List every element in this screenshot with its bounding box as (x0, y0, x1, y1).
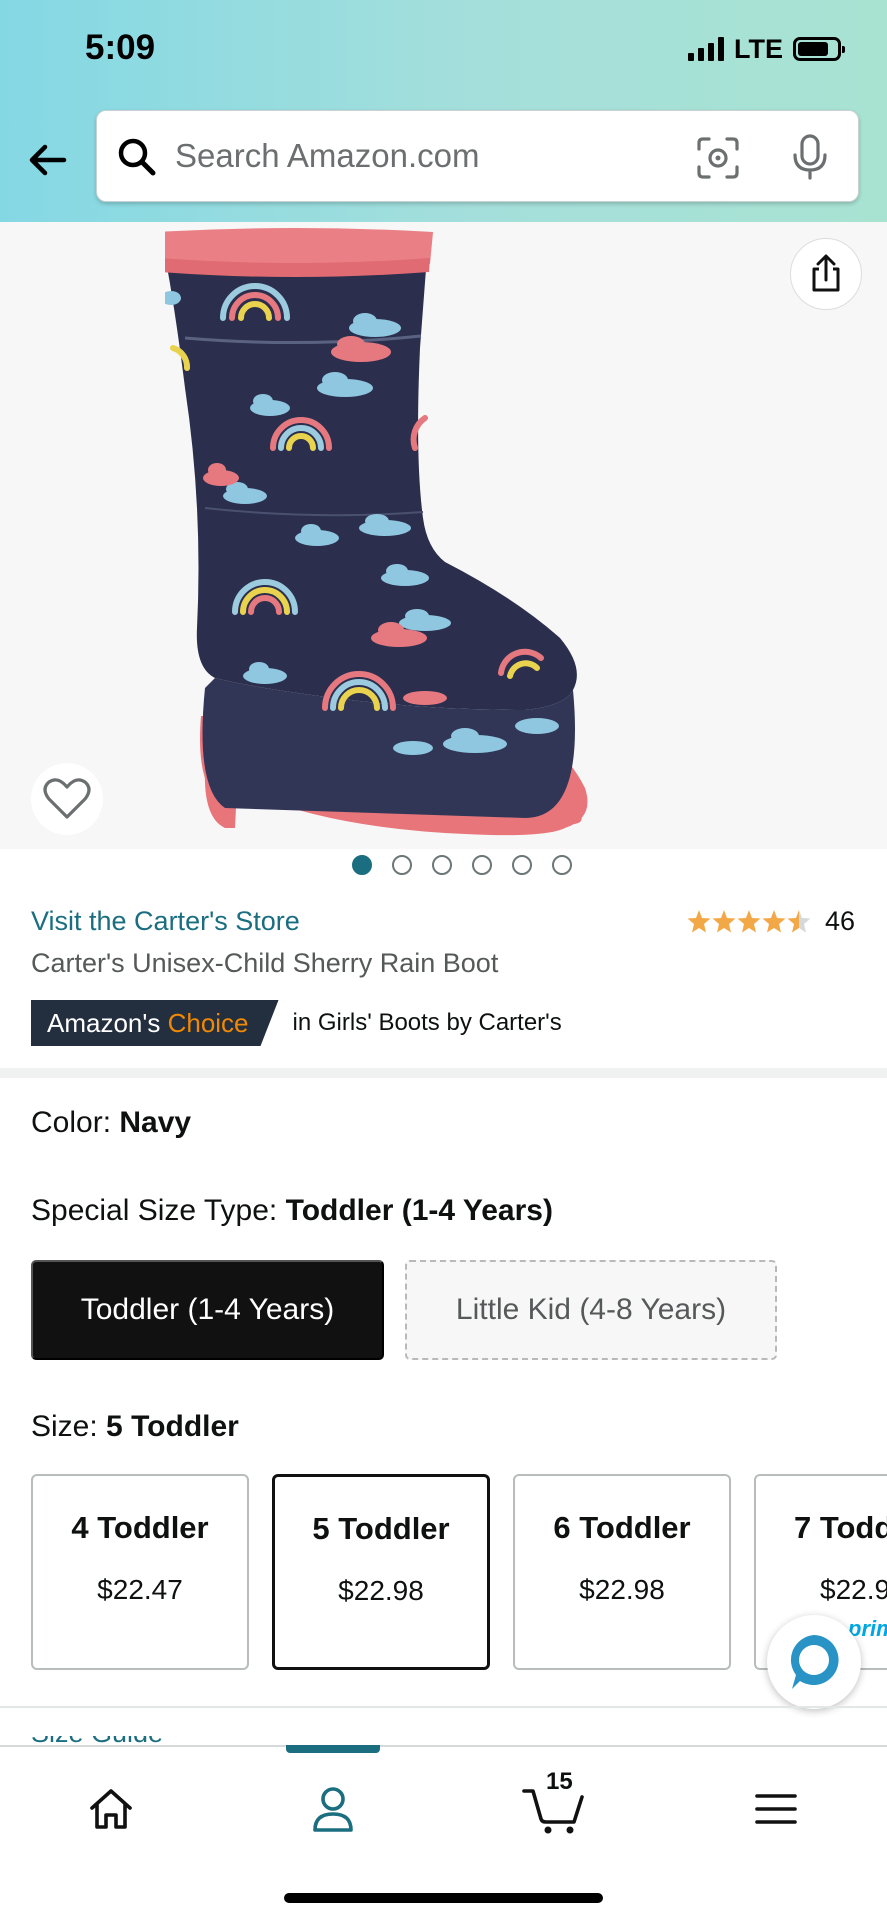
store-link[interactable]: Visit the Carter's Store (31, 906, 300, 937)
home-icon (90, 1789, 132, 1829)
star-rating-icon (687, 909, 811, 932)
size-option-4-toddler[interactable]: 4 Toddler $22.47 (31, 1474, 249, 1670)
size-option-price: $22.98 (579, 1574, 665, 1605)
header: 5:09 LTE (0, 0, 887, 222)
active-tab-indicator (286, 1745, 380, 1753)
color-value: Navy (119, 1106, 192, 1139)
search-input[interactable] (175, 131, 645, 181)
size-options-carousel[interactable]: 4 Toddler $22.47 5 Toddler $22.98 6 Todd… (31, 1474, 887, 1670)
choice-badge-highlight: Choice (167, 1008, 249, 1038)
search-bar[interactable] (96, 110, 859, 202)
product-image-gallery[interactable] (0, 222, 887, 849)
size-type-option-little-kid[interactable]: Little Kid (4-8 Years) (405, 1260, 777, 1360)
review-count: 46 (824, 906, 855, 936)
size-label: Size: (31, 1410, 98, 1443)
home-indicator (284, 1893, 603, 1903)
pagination-dot[interactable] (351, 855, 372, 875)
image-pagination[interactable] (0, 855, 887, 879)
amazons-choice-badge: Amazon's Choice in Girls' Boots by Carte… (31, 1000, 562, 1046)
size-option-label: 4 Toddler (71, 1510, 209, 1545)
color-label: Color: (31, 1106, 112, 1139)
size-value: 5 Toddler (106, 1410, 239, 1443)
hamburger-menu-icon (755, 1794, 797, 1824)
pagination-dot[interactable] (391, 855, 412, 875)
nav-menu[interactable] (736, 1769, 816, 1849)
status-icons: LTE (688, 33, 845, 64)
back-arrow-icon[interactable] (24, 136, 72, 184)
size-option-price: $22.98 (338, 1575, 424, 1606)
pagination-dot[interactable] (471, 855, 492, 875)
camera-scan-icon[interactable] (695, 135, 741, 181)
network-label: LTE (734, 33, 783, 64)
size-type-option-toddler[interactable]: Toddler (1-4 Years) (31, 1260, 384, 1360)
color-selection: Color: Navy (31, 1106, 191, 1140)
pagination-dot[interactable] (511, 855, 532, 875)
account-icon (313, 1787, 353, 1832)
share-button[interactable] (790, 238, 862, 310)
amazon-product-page: 5:09 LTE Search Amazon.com Visit the Car… (0, 0, 887, 1920)
size-option-price: $22.47 (97, 1574, 183, 1605)
search-icon (118, 138, 156, 176)
section-divider (0, 1706, 887, 1708)
microphone-icon[interactable] (791, 133, 829, 181)
share-icon (812, 254, 840, 292)
alexa-button[interactable] (767, 1615, 861, 1709)
product-image-rain-boot (165, 228, 588, 836)
size-option-label: 5 Toddler (312, 1511, 450, 1546)
product-title: Carter's Unisex-Child Sherry Rain Boot (31, 948, 499, 978)
special-size-type-label: Special Size Type: (31, 1194, 278, 1227)
size-option-5-toddler[interactable]: 5 Toddler $22.98 (272, 1474, 490, 1670)
pagination-dot[interactable] (551, 855, 572, 875)
section-divider (0, 1068, 887, 1078)
size-option-6-toddler[interactable]: 6 Toddler $22.98 (513, 1474, 731, 1670)
choice-badge-label: Amazon's Choice (31, 1000, 279, 1046)
nav-home[interactable] (71, 1769, 151, 1849)
size-option-label: 7 Todd (794, 1510, 887, 1545)
choice-category: in Girls' Boots by Carter's (292, 1009, 562, 1036)
battery-icon (793, 37, 845, 61)
rating-summary[interactable]: 46 (687, 906, 855, 937)
heart-icon (43, 778, 91, 819)
alexa-icon (790, 1635, 839, 1689)
size-option-label: 6 Toddler (553, 1510, 691, 1545)
pagination-dot[interactable] (431, 855, 452, 875)
signal-icon (688, 37, 724, 61)
cart-count-badge: 15 (546, 1768, 573, 1795)
status-time: 5:09 (85, 28, 156, 67)
choice-badge-prefix: Amazon's (47, 1008, 161, 1038)
size-option-price: $22.9 (820, 1574, 887, 1605)
special-size-type-value: Toddler (1-4 Years) (285, 1194, 553, 1227)
special-size-type-selection: Special Size Type: Toddler (1-4 Years) (31, 1194, 553, 1228)
add-to-wishlist-button[interactable] (31, 763, 103, 835)
nav-account[interactable] (293, 1769, 373, 1849)
size-selection: Size: 5 Toddler (31, 1410, 239, 1444)
